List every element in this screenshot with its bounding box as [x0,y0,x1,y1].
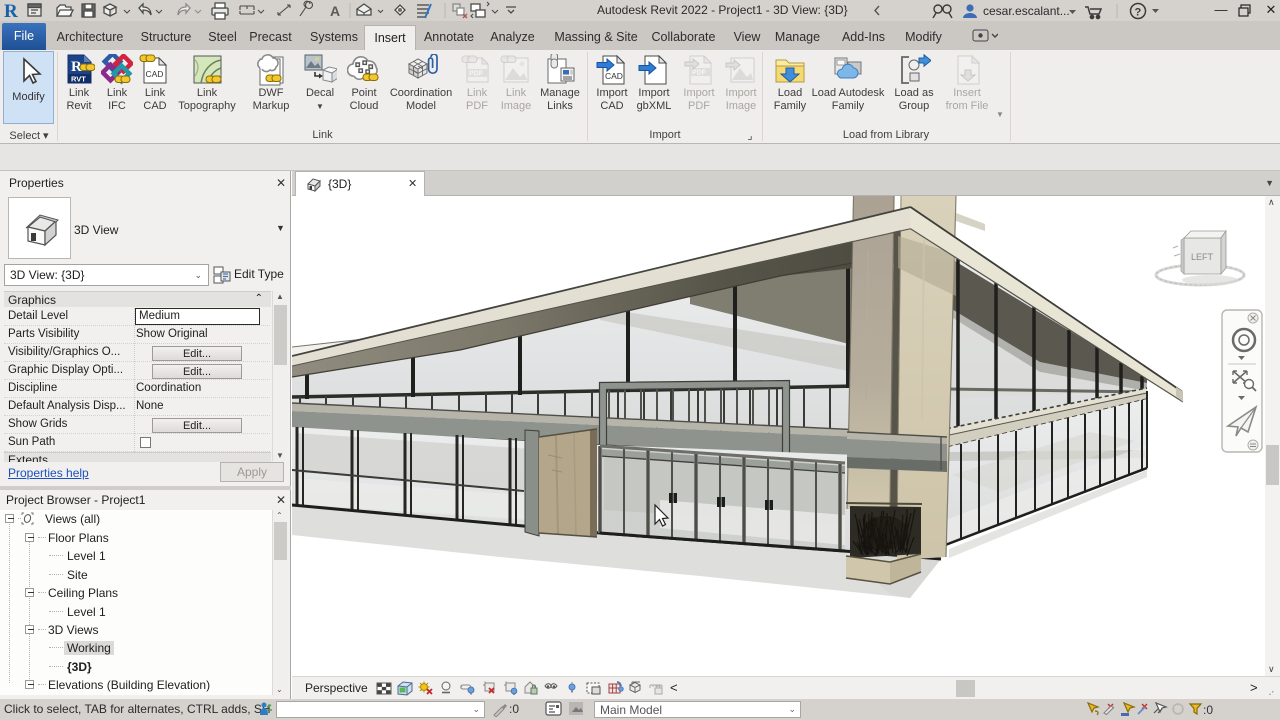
svg-text:R: R [4,1,18,21]
svg-text:PDF: PDF [469,71,484,78]
svg-text:PDF: PDF [692,70,707,77]
svg-text:LEFT: LEFT [1191,252,1214,262]
svg-text:RVT: RVT [71,75,86,84]
svg-text:A: A [330,3,340,19]
svg-text:CAD: CAD [605,71,623,81]
svg-text::0: :0 [1203,703,1213,717]
svg-text:?: ? [1135,7,1142,19]
svg-text:cesar.escalant...: cesar.escalant... [983,4,1070,18]
svg-text:CAD: CAD [146,69,164,79]
